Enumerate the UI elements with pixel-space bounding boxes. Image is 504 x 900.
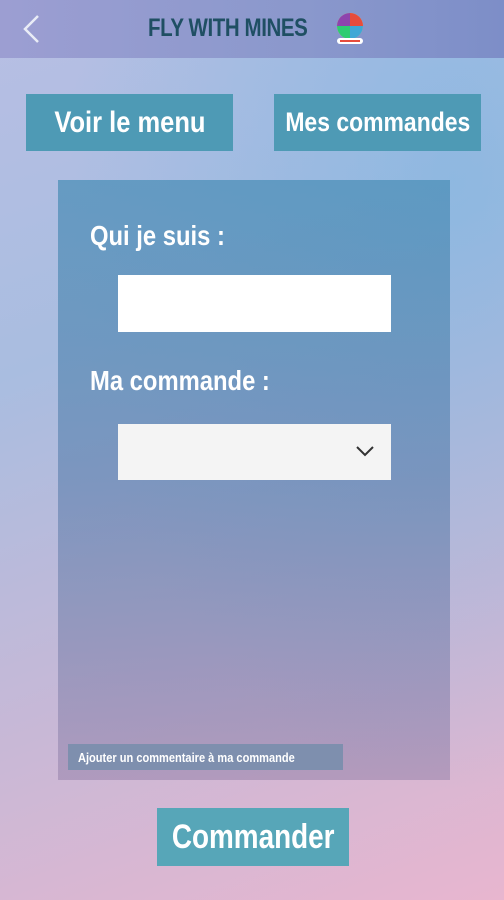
balloon-logo-icon (337, 13, 363, 44)
view-menu-button[interactable]: Voir le menu (26, 94, 233, 151)
who-am-i-label: Qui je suis : (90, 220, 225, 251)
order-submit-label: Commander (171, 817, 335, 856)
add-comment-link[interactable]: Ajouter un commentaire à ma commande (68, 744, 344, 770)
app-title: FLY WITH MINES (148, 14, 308, 42)
chevron-down-icon (356, 446, 374, 457)
my-order-label: Ma commande : (90, 365, 270, 396)
back-chevron-icon[interactable] (16, 12, 46, 46)
order-submit-button[interactable]: Commander (157, 808, 349, 866)
app-header: FLY WITH MINES (0, 0, 504, 58)
order-select[interactable] (118, 424, 391, 480)
my-orders-button[interactable]: Mes commandes (274, 94, 481, 151)
view-menu-label: Voir le menu (53, 105, 206, 139)
name-input[interactable] (118, 275, 391, 332)
order-form-panel: Qui je suis : Ma commande : Ajouter un c… (58, 180, 450, 780)
my-orders-label: Mes commandes (285, 107, 470, 137)
add-comment-label: Ajouter un commentaire à ma commande (78, 749, 295, 765)
